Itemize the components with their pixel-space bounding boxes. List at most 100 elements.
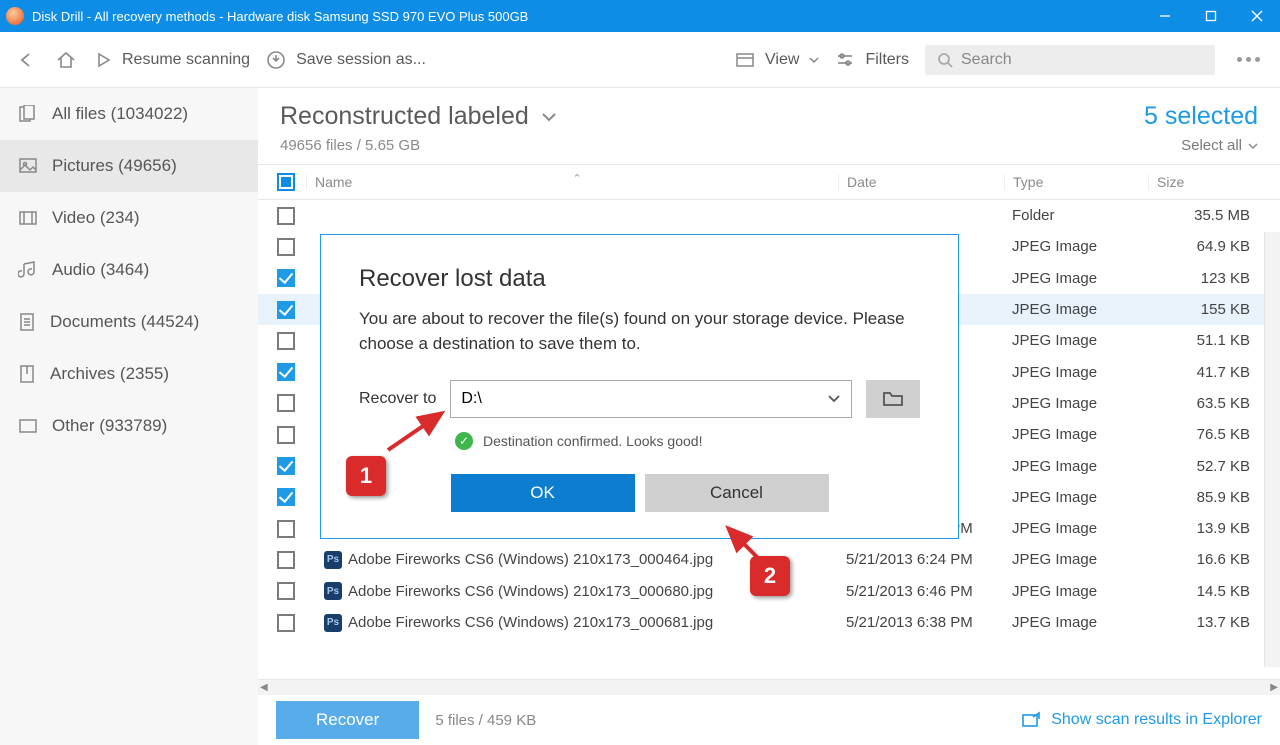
table-row[interactable]: Folder35.5 MB bbox=[258, 200, 1280, 231]
file-name: Adobe Fireworks CS6 (Windows) 210x173_00… bbox=[348, 583, 713, 600]
sidebar-item-other[interactable]: Other (933789) bbox=[0, 400, 258, 452]
sidebar-item-archives[interactable]: Archives (2355) bbox=[0, 348, 258, 400]
audio-icon bbox=[18, 260, 38, 280]
sidebar-item-files[interactable]: All files (1034022) bbox=[0, 88, 258, 140]
vertical-scrollbar[interactable] bbox=[1264, 232, 1280, 667]
sidebar-item-video[interactable]: Video (234) bbox=[0, 192, 258, 244]
row-checkbox[interactable] bbox=[277, 363, 295, 381]
chevron-down-icon bbox=[1248, 142, 1258, 150]
view-label: View bbox=[765, 51, 799, 69]
close-button[interactable] bbox=[1234, 0, 1280, 32]
search-icon bbox=[937, 52, 953, 68]
row-checkbox[interactable] bbox=[277, 488, 295, 506]
destination-value: D:\ bbox=[461, 390, 481, 408]
row-checkbox[interactable] bbox=[277, 301, 295, 319]
file-count-info: 49656 files / 5.65 GB bbox=[280, 137, 557, 154]
sidebar-item-label: All files (1034022) bbox=[52, 104, 188, 124]
sidebar-item-pictures[interactable]: Pictures (49656) bbox=[0, 140, 258, 192]
file-size: 41.7 KB bbox=[1148, 364, 1264, 381]
file-type: JPEG Image bbox=[1004, 551, 1148, 568]
archives-icon bbox=[18, 364, 36, 384]
row-checkbox[interactable] bbox=[277, 394, 295, 412]
sidebar-item-label: Other (933789) bbox=[52, 416, 167, 436]
search-input[interactable]: Search bbox=[925, 45, 1215, 75]
file-size: 51.1 KB bbox=[1148, 332, 1264, 349]
file-name: Adobe Fireworks CS6 (Windows) 210x173_00… bbox=[348, 614, 713, 631]
resume-label: Resume scanning bbox=[122, 51, 250, 69]
destination-select[interactable]: D:\ bbox=[450, 380, 852, 418]
file-size: 155 KB bbox=[1148, 301, 1264, 318]
table-row[interactable]: PsAdobe Fireworks CS6 (Windows) 210x173_… bbox=[258, 607, 1280, 638]
resume-scan-button[interactable]: Resume scanning bbox=[94, 51, 250, 69]
select-all-checkbox[interactable] bbox=[277, 173, 295, 191]
recover-to-label: Recover to bbox=[359, 390, 436, 408]
category-dropdown[interactable]: Reconstructed labeled bbox=[280, 102, 557, 131]
pictures-icon bbox=[18, 157, 38, 175]
home-button[interactable] bbox=[54, 48, 78, 72]
sidebar-item-audio[interactable]: Audio (3464) bbox=[0, 244, 258, 296]
sidebar-item-docs[interactable]: Documents (44524) bbox=[0, 296, 258, 348]
column-type[interactable]: Type bbox=[1004, 174, 1148, 190]
row-checkbox[interactable] bbox=[277, 520, 295, 538]
row-checkbox[interactable] bbox=[277, 614, 295, 632]
browse-button[interactable] bbox=[866, 380, 920, 418]
explorer-link-label: Show scan results in Explorer bbox=[1051, 711, 1262, 729]
ps-icon: Ps bbox=[324, 582, 342, 600]
file-size: 52.7 KB bbox=[1148, 458, 1264, 475]
ok-button[interactable]: OK bbox=[451, 474, 635, 512]
show-in-explorer-link[interactable]: Show scan results in Explorer bbox=[1021, 711, 1262, 729]
row-checkbox[interactable] bbox=[277, 582, 295, 600]
file-name: Adobe Fireworks CS6 (Windows) 210x173_00… bbox=[348, 551, 713, 568]
file-type: JPEG Image bbox=[1004, 395, 1148, 412]
file-type: JPEG Image bbox=[1004, 458, 1148, 475]
select-all-button[interactable]: Select all bbox=[1144, 137, 1258, 154]
chevron-down-icon bbox=[827, 394, 841, 404]
confirm-text: Destination confirmed. Looks good! bbox=[483, 433, 702, 449]
row-checkbox[interactable] bbox=[277, 238, 295, 256]
sidebar: All files (1034022) Pictures (49656) Video… bbox=[0, 88, 258, 745]
horizontal-scrollbar[interactable]: ◀▶ bbox=[258, 679, 1280, 695]
column-size[interactable]: Size bbox=[1148, 174, 1264, 190]
annotation-2: 2 bbox=[750, 556, 790, 596]
file-date: 5/21/2013 6:46 PM bbox=[838, 583, 1004, 600]
toolbar: Resume scanning Save session as... View … bbox=[0, 32, 1280, 88]
folder-icon bbox=[882, 390, 904, 408]
ps-icon: Ps bbox=[324, 551, 342, 569]
recover-info: 5 files / 459 KB bbox=[435, 712, 536, 729]
row-checkbox[interactable] bbox=[277, 551, 295, 569]
back-button[interactable] bbox=[14, 48, 38, 72]
row-checkbox[interactable] bbox=[277, 269, 295, 287]
column-date[interactable]: Date bbox=[838, 174, 1004, 190]
sidebar-item-label: Documents (44524) bbox=[50, 312, 199, 332]
column-name[interactable]: Name⌃ bbox=[306, 174, 838, 190]
check-icon: ✓ bbox=[455, 432, 473, 450]
cancel-button[interactable]: Cancel bbox=[645, 474, 829, 512]
file-type: JPEG Image bbox=[1004, 301, 1148, 318]
more-button[interactable] bbox=[1231, 57, 1266, 62]
footer: Recover 5 files / 459 KB Show scan resul… bbox=[258, 695, 1280, 745]
file-size: 35.5 MB bbox=[1148, 207, 1264, 224]
file-size: 13.7 KB bbox=[1148, 614, 1264, 631]
row-checkbox[interactable] bbox=[277, 207, 295, 225]
file-date: 5/21/2013 6:38 PM bbox=[838, 614, 1004, 631]
recover-button[interactable]: Recover bbox=[276, 701, 419, 739]
file-size: 16.6 KB bbox=[1148, 551, 1264, 568]
row-checkbox[interactable] bbox=[277, 332, 295, 350]
file-size: 123 KB bbox=[1148, 270, 1264, 287]
file-size: 64.9 KB bbox=[1148, 238, 1264, 255]
titlebar: Disk Drill - All recovery methods - Hard… bbox=[0, 0, 1280, 32]
chevron-down-icon bbox=[809, 56, 819, 64]
sidebar-item-label: Pictures (49656) bbox=[52, 156, 177, 176]
row-checkbox[interactable] bbox=[277, 426, 295, 444]
explorer-icon bbox=[1021, 711, 1041, 729]
view-dropdown[interactable]: View bbox=[735, 51, 819, 69]
filters-button[interactable]: Filters bbox=[835, 51, 909, 69]
filters-label: Filters bbox=[865, 51, 909, 69]
file-type: JPEG Image bbox=[1004, 270, 1148, 287]
maximize-button[interactable] bbox=[1188, 0, 1234, 32]
save-session-button[interactable]: Save session as... bbox=[266, 50, 426, 70]
category-title: Reconstructed labeled bbox=[280, 102, 529, 131]
minimize-button[interactable] bbox=[1142, 0, 1188, 32]
row-checkbox[interactable] bbox=[277, 457, 295, 475]
recover-dialog: Recover lost data You are about to recov… bbox=[320, 234, 959, 539]
